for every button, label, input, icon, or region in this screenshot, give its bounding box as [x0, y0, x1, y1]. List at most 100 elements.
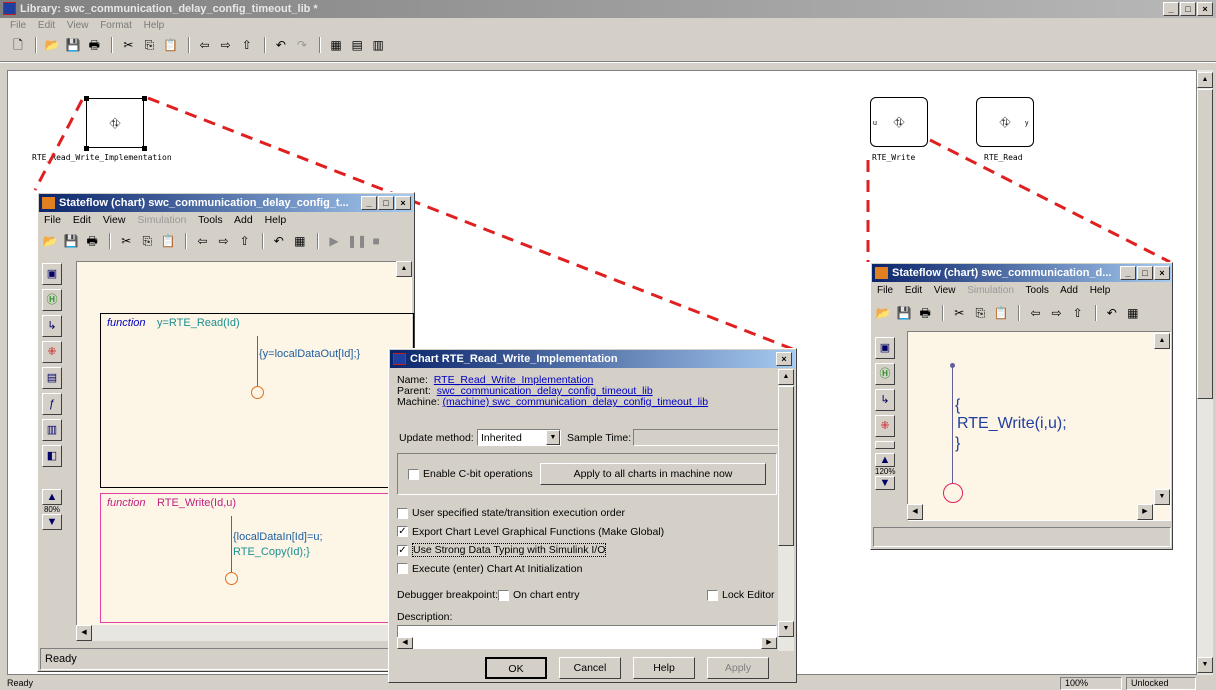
option-export-functions[interactable]: ✓ Export Chart Level Graphical Functions … — [397, 523, 664, 542]
menu-help[interactable]: Help — [1090, 285, 1111, 296]
graphical-function-icon[interactable]: ƒ — [42, 393, 62, 415]
menu-edit[interactable]: Edit — [73, 214, 91, 226]
zoom-in-icon[interactable]: ▲ — [875, 453, 895, 467]
help-button[interactable]: Help — [633, 657, 695, 679]
save-icon[interactable]: 💾 — [63, 233, 79, 249]
zoom-out-icon[interactable]: ▼ — [875, 476, 895, 490]
execution-order-checkbox[interactable] — [397, 507, 408, 519]
option-strong-typing[interactable]: ✓ Use Strong Data Typing with Simulink I/… — [397, 541, 664, 560]
copy-icon[interactable]: ⎘ — [972, 305, 988, 321]
explorer-icon[interactable]: ▦ — [292, 233, 308, 249]
zoom-out-icon[interactable]: ▼ — [42, 514, 62, 530]
enable-cbit-checkbox[interactable] — [408, 468, 419, 480]
lock-editor-checkbox[interactable] — [707, 589, 718, 601]
cancel-button[interactable]: Cancel — [559, 657, 621, 679]
dialog-scroll-thumb[interactable] — [778, 386, 794, 546]
forward-icon[interactable]: ⇨ — [1049, 305, 1065, 321]
machine-link[interactable]: (machine) swc_communication_delay_config… — [443, 396, 709, 408]
strong-typing-checkbox[interactable]: ✓ — [397, 544, 408, 556]
up-icon[interactable]: ⇧ — [237, 233, 253, 249]
close-button[interactable]: × — [395, 196, 411, 210]
enable-cbit-row[interactable]: Enable C-bit operations — [408, 468, 533, 480]
stateflow-right-scroll-left[interactable]: ◀ — [907, 504, 923, 520]
menu-help[interactable]: Help — [265, 214, 287, 226]
maximize-button[interactable]: □ — [1137, 266, 1153, 280]
description-scroll-left[interactable]: ◀ — [397, 637, 413, 649]
minimize-button[interactable]: _ — [1120, 266, 1136, 280]
menu-file[interactable]: File — [877, 285, 893, 296]
default-transition-icon[interactable]: ↳ — [875, 389, 895, 411]
paste-icon[interactable]: 📋 — [160, 233, 176, 249]
stateflow-left-hscrollbar[interactable] — [76, 625, 396, 641]
truth-table-icon[interactable] — [875, 441, 895, 449]
back-icon[interactable]: ⇦ — [195, 233, 211, 249]
default-transition-icon[interactable]: ↳ — [42, 315, 62, 337]
menu-simulation[interactable]: Simulation — [137, 214, 186, 226]
minimize-button[interactable]: _ — [361, 196, 377, 210]
play-icon[interactable]: ▶ — [326, 233, 342, 249]
back-icon[interactable]: ⇦ — [1028, 305, 1044, 321]
apply-all-button[interactable]: Apply to all charts in machine now — [540, 463, 766, 485]
truth-table-icon[interactable]: ▤ — [42, 367, 62, 389]
lock-editor-row[interactable]: Lock Editor — [707, 589, 775, 601]
print-icon[interactable]: 🖶 — [917, 305, 933, 321]
option-execution-order[interactable]: User specified state/transition executio… — [397, 504, 664, 523]
connective-junction-icon[interactable]: ⁜ — [42, 341, 62, 363]
undo-icon[interactable]: ↶ — [1104, 305, 1120, 321]
close-button[interactable]: × — [776, 352, 792, 366]
description-scroll-right[interactable]: ▶ — [761, 637, 777, 649]
execute-init-checkbox[interactable] — [397, 563, 408, 575]
history-junction-icon[interactable]: Ⓗ — [42, 289, 62, 311]
maximize-button[interactable]: □ — [378, 196, 394, 210]
forward-icon[interactable]: ⇨ — [216, 233, 232, 249]
function-rte-read-box[interactable]: function y=RTE_Read(Id) {y=localDataOut[… — [100, 313, 414, 488]
ok-button[interactable]: OK — [485, 657, 547, 679]
menu-file[interactable]: File — [44, 214, 61, 226]
cut-icon[interactable]: ✂ — [118, 233, 134, 249]
menu-edit[interactable]: Edit — [905, 285, 922, 296]
apply-button[interactable]: Apply — [707, 657, 769, 679]
menu-view[interactable]: View — [103, 214, 126, 226]
paste-icon[interactable]: 📋 — [993, 305, 1009, 321]
option-execute-at-init[interactable]: Execute (enter) Chart At Initialization — [397, 560, 664, 579]
sample-time-input[interactable] — [633, 429, 781, 446]
print-icon[interactable]: 🖶 — [84, 233, 100, 249]
save-icon[interactable]: 💾 — [896, 305, 912, 321]
menu-tools[interactable]: Tools — [1026, 285, 1049, 296]
stop-icon[interactable]: ■ — [368, 233, 384, 249]
open-icon[interactable]: 📂 — [875, 305, 891, 321]
menu-add[interactable]: Add — [234, 214, 253, 226]
embedded-function-icon[interactable]: ▥ — [42, 419, 62, 441]
update-method-select[interactable]: Inherited ▼ — [477, 429, 561, 446]
stateflow-right-scroll-down[interactable]: ▼ — [1154, 489, 1170, 505]
pause-icon[interactable]: ❚❚ — [347, 233, 367, 249]
dialog-scroll-down[interactable]: ▼ — [778, 621, 794, 637]
menu-view[interactable]: View — [934, 285, 956, 296]
stateflow-left-scroll-left[interactable]: ◀ — [76, 625, 92, 641]
export-functions-checkbox[interactable]: ✓ — [397, 526, 408, 538]
description-textarea[interactable] — [397, 625, 777, 649]
state-tool-icon[interactable]: ▣ — [42, 263, 62, 285]
menu-simulation[interactable]: Simulation — [967, 285, 1014, 296]
connective-junction-icon[interactable]: ⁜ — [875, 415, 895, 437]
box-tool-icon[interactable]: ◧ — [42, 445, 62, 467]
dialog-scroll-up[interactable]: ▲ — [778, 369, 794, 385]
zoom-in-icon[interactable]: ▲ — [42, 489, 62, 505]
close-button[interactable]: × — [1154, 266, 1170, 280]
copy-icon[interactable]: ⎘ — [139, 233, 155, 249]
stateflow-left-scroll-up[interactable]: ▲ — [396, 261, 412, 277]
stateflow-right-scroll-right[interactable]: ▶ — [1137, 504, 1153, 520]
state-tool-icon[interactable]: ▣ — [875, 337, 895, 359]
open-icon[interactable]: 📂 — [42, 233, 58, 249]
history-junction-icon[interactable]: Ⓗ — [875, 363, 895, 385]
menu-add[interactable]: Add — [1060, 285, 1078, 296]
undo-icon[interactable]: ↶ — [271, 233, 287, 249]
up-icon[interactable]: ⇧ — [1070, 305, 1086, 321]
stateflow-right-scroll-up[interactable]: ▲ — [1154, 333, 1170, 349]
on-entry-checkbox[interactable] — [498, 589, 509, 601]
function-rte-write-box[interactable]: function RTE_Write(Id,u) {localDataIn[Id… — [100, 493, 414, 623]
menu-tools[interactable]: Tools — [198, 214, 223, 226]
chevron-down-icon[interactable]: ▼ — [546, 430, 560, 445]
explorer-icon[interactable]: ▦ — [1125, 305, 1141, 321]
cut-icon[interactable]: ✂ — [951, 305, 967, 321]
